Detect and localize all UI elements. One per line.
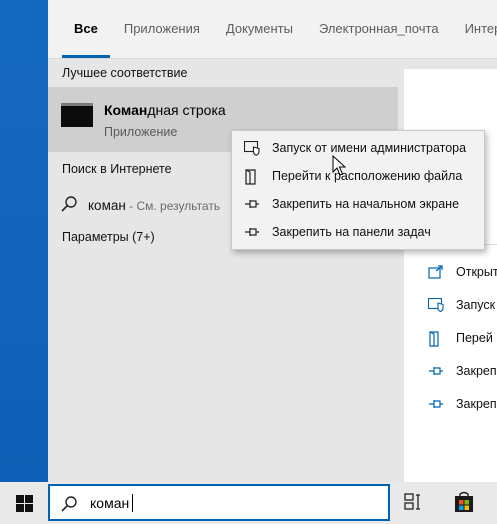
menu-item-label: Закрепить на начальном экране	[272, 197, 460, 211]
shield-icon	[243, 140, 260, 161]
file-location-icon	[244, 169, 258, 190]
preview-action-label: Запуск	[456, 298, 496, 312]
preview-action-run-admin[interactable]: Запуск	[404, 290, 497, 320]
best-match-title-rest: дная строка	[147, 102, 226, 118]
menu-item-pin-to-taskbar[interactable]: Закрепить на панели задач	[232, 219, 484, 247]
web-search-query: коман	[88, 198, 126, 213]
text-caret	[132, 494, 133, 512]
menu-item-label: Перейти к расположению файла	[272, 169, 463, 183]
context-menu: Запуск от имени администратора Перейти к…	[231, 130, 485, 250]
taskbar: коман	[0, 482, 497, 524]
tab-apps[interactable]: Приложения	[111, 0, 213, 58]
menu-item-pin-to-start[interactable]: Закрепить на начальном экране	[232, 191, 484, 219]
preview-action-label: Открыть	[456, 265, 497, 279]
preview-action-open[interactable]: Открыть	[404, 257, 497, 287]
best-match-header: Лучшее соответствие	[62, 66, 188, 80]
menu-item-label: Запуск от имени администратора	[272, 141, 467, 155]
pin-icon	[244, 225, 260, 243]
preview-action-label: Закреп	[456, 364, 497, 378]
windows-logo-icon	[16, 495, 33, 517]
search-tabs: Все Приложения Документы Электронная_поч…	[48, 0, 497, 59]
task-view-icon[interactable]	[404, 493, 424, 516]
tab-all[interactable]: Все	[48, 0, 111, 58]
web-search-header: Поиск в Интернете	[62, 162, 172, 176]
best-match-title: Командная строка	[104, 102, 226, 118]
taskbar-search-input[interactable]: коман	[48, 484, 390, 521]
preview-action-label: Перей	[456, 331, 493, 345]
results-column: Лучшее соответствие Командная строка При…	[48, 59, 398, 482]
tab-email[interactable]: Электронная_почта	[306, 0, 452, 58]
store-icon[interactable]	[453, 491, 475, 518]
open-icon	[428, 265, 444, 284]
preview-action-label: Закреп	[456, 397, 497, 411]
preview-action-pin-start[interactable]: Закреп	[404, 356, 497, 386]
menu-item-label: Закрепить на панели задач	[272, 225, 431, 239]
search-icon	[60, 195, 78, 218]
tab-documents[interactable]: Документы	[213, 0, 306, 58]
pin-icon	[428, 397, 444, 415]
settings-header[interactable]: Параметры (7+)	[62, 230, 155, 244]
command-prompt-icon	[61, 103, 93, 127]
menu-item-open-file-location[interactable]: Перейти к расположению файла	[232, 163, 484, 191]
pin-icon	[428, 364, 444, 382]
start-button[interactable]	[0, 482, 48, 524]
tab-web[interactable]: Интер	[452, 0, 497, 58]
file-location-icon	[428, 331, 442, 352]
search-input-value: коман	[90, 495, 130, 511]
best-match-title-bold: Коман	[104, 102, 148, 118]
preview-action-file-location[interactable]: Перей	[404, 323, 497, 353]
preview-action-pin-taskbar[interactable]: Закреп	[404, 389, 497, 419]
desktop-background	[0, 0, 48, 482]
shield-icon	[427, 297, 444, 317]
search-icon	[60, 495, 78, 518]
web-search-hint: - См. результать	[125, 199, 221, 213]
menu-item-run-as-admin[interactable]: Запуск от имени администратора	[232, 135, 484, 163]
mouse-cursor-icon	[332, 154, 347, 182]
web-search-text: коман - См. результать	[88, 198, 220, 213]
best-match-subtitle: Приложение	[104, 125, 178, 139]
pin-icon	[244, 197, 260, 215]
